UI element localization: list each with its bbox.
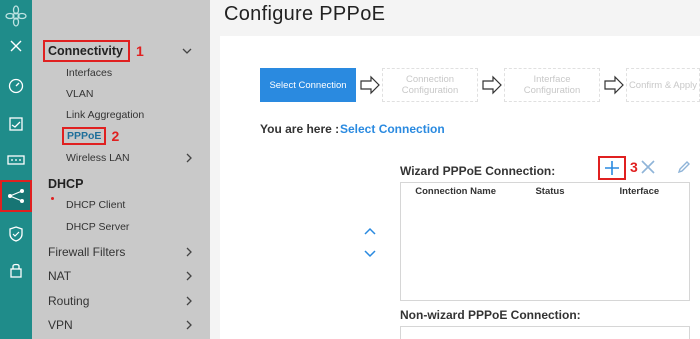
step-label: Confirm & Apply <box>628 79 698 91</box>
step-label: Interface Configuration <box>523 74 581 96</box>
chevron-right-icon <box>186 320 192 330</box>
scroll-controls <box>364 222 376 263</box>
close-icon[interactable] <box>0 30 32 62</box>
sidebar-item-label: VLAN <box>66 88 94 100</box>
sidebar: Connectivity 1 Interfaces VLAN Link Aggr… <box>32 0 210 339</box>
sidebar-item-label: Interfaces <box>66 67 113 79</box>
column-header: Connection Name <box>415 185 496 197</box>
sidebar-section-connectivity[interactable]: Connectivity 1 <box>32 40 210 62</box>
sidebar-item-link-aggregation[interactable]: Link Aggregation <box>32 105 210 125</box>
sidebar-item-interfaces[interactable]: Interfaces <box>32 63 210 83</box>
step-interface-configuration: Interface Configuration <box>504 68 600 102</box>
sidebar-item-wireless-lan[interactable]: Wireless LAN <box>32 148 210 168</box>
arrow-right-icon <box>604 75 624 95</box>
chevron-right-icon <box>186 296 192 306</box>
sidebar-item-label: Link Aggregation <box>66 109 145 121</box>
content-area: Select Connection Connection Configurati… <box>220 36 700 339</box>
sidebar-item-label: DHCP Client <box>66 199 126 211</box>
add-connection-button[interactable] <box>598 156 626 180</box>
inbox-icon[interactable] <box>0 108 32 140</box>
breadcrumb-current[interactable]: Select Connection <box>340 122 445 136</box>
plus-icon <box>605 161 619 175</box>
sidebar-item-dhcp-client[interactable]: DHCP Client <box>32 195 210 215</box>
logo-icon <box>0 0 32 32</box>
page-title: Configure PPPoE <box>224 3 386 25</box>
delete-icon[interactable] <box>640 159 656 175</box>
table-header: Connection Name Status Interface <box>401 183 689 199</box>
sidebar-item-label: Wireless LAN <box>66 152 130 164</box>
chevron-down-icon <box>182 48 192 54</box>
network-icon[interactable] <box>0 180 32 212</box>
wizard-connection-title: Wizard PPPoE Connection: <box>400 164 556 178</box>
dhcp-label: DHCP <box>48 177 84 191</box>
annotation-2: 2 <box>111 128 120 144</box>
annotation-1: 1 <box>136 43 144 59</box>
device-icon[interactable] <box>0 144 32 176</box>
step-confirm-apply: Confirm & Apply <box>626 68 700 102</box>
chevron-right-icon <box>186 247 192 257</box>
step-label: Connection Configuration <box>401 74 459 96</box>
sidebar-item-label: PPPoE <box>62 127 107 145</box>
column-header: Status <box>535 185 565 197</box>
wizard-connections-table: Connection Name Status Interface <box>400 182 690 301</box>
sidebar-item-label: NAT <box>48 269 72 283</box>
sidebar-item-label: Firewall Filters <box>48 245 126 259</box>
chevron-right-icon <box>186 271 192 281</box>
sidebar-item-vpn[interactable]: VPN <box>32 314 210 336</box>
sidebar-item-label: VPN <box>48 318 73 332</box>
connectivity-label: Connectivity <box>43 40 131 62</box>
sidebar-item-firewall-filters[interactable]: Firewall Filters <box>32 241 210 263</box>
sidebar-section-dhcp[interactable]: DHCP <box>32 173 210 195</box>
step-label: Select Connection <box>269 79 347 91</box>
sidebar-item-pppoe[interactable]: PPPoE 2 <box>32 126 210 146</box>
arrow-right-icon <box>360 75 380 95</box>
non-wizard-connections-table <box>400 326 690 339</box>
lock-icon[interactable] <box>0 254 32 286</box>
arrow-right-icon <box>482 75 502 95</box>
sidebar-item-label: Routing <box>48 294 90 308</box>
sidebar-item-routing[interactable]: Routing <box>32 290 210 312</box>
edit-icon[interactable] <box>676 159 692 175</box>
icon-rail <box>0 0 32 339</box>
non-wizard-connection-title: Non-wizard PPPoE Connection: <box>400 308 581 322</box>
sidebar-item-vlan[interactable]: VLAN <box>32 84 210 104</box>
column-header: Interface <box>619 185 660 197</box>
chevron-right-icon <box>186 153 192 163</box>
shield-icon[interactable] <box>0 218 32 250</box>
chevron-up-icon[interactable] <box>364 227 376 235</box>
sidebar-item-nat[interactable]: NAT <box>32 265 210 287</box>
step-connection-configuration: Connection Configuration <box>382 68 478 102</box>
sidebar-item-dhcp-server[interactable]: DHCP Server <box>32 217 210 237</box>
dashboard-icon[interactable] <box>0 70 32 102</box>
chevron-down-icon[interactable] <box>364 250 376 258</box>
main-panel: Configure PPPoE Select Connection Connec… <box>210 0 700 339</box>
annotation-3: 3 <box>630 159 638 175</box>
sidebar-item-label: DHCP Server <box>66 221 130 233</box>
breadcrumb-label: You are here : <box>260 122 340 136</box>
wizard-steps: Select Connection Connection Configurati… <box>260 68 700 102</box>
step-select-connection[interactable]: Select Connection <box>260 68 356 102</box>
